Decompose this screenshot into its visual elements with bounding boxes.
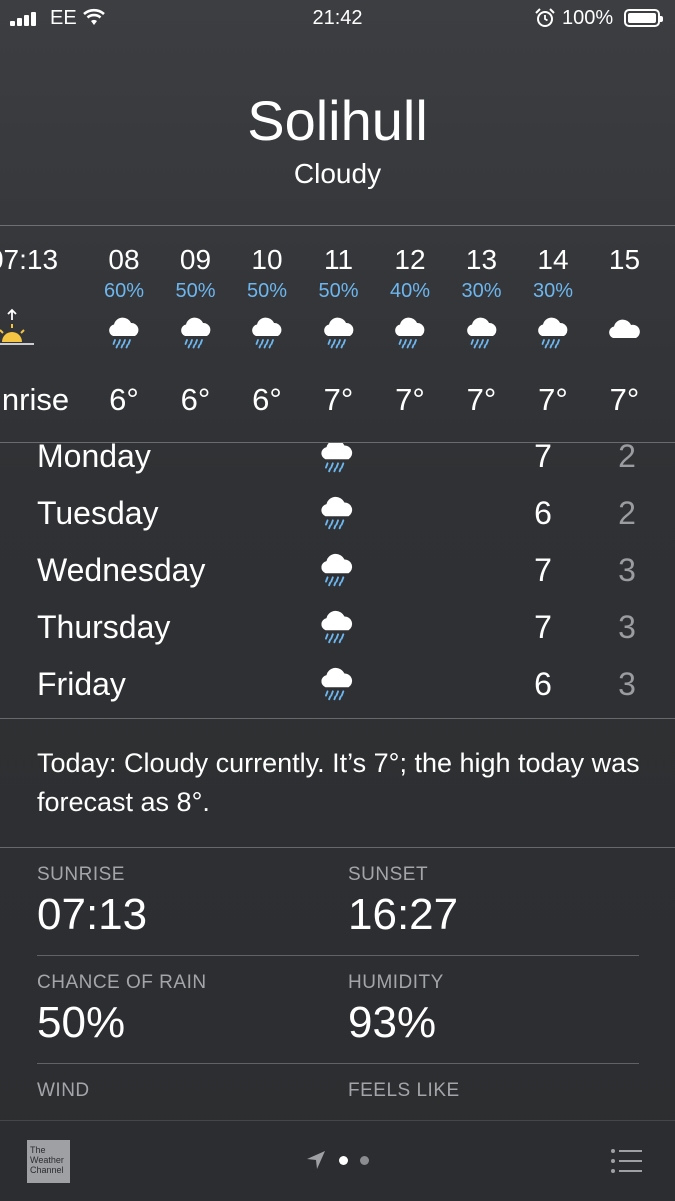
page-indicator[interactable] (360, 1156, 369, 1165)
sunset-label: SUNSET (348, 864, 429, 885)
bottom-toolbar: The Weather Channel (0, 1120, 675, 1201)
chance-of-rain-label: CHANCE OF RAIN (37, 972, 207, 993)
sunrise-label: SUNRISE (37, 864, 125, 885)
divider (37, 955, 639, 956)
chance-of-rain-value: 50% (37, 998, 126, 1047)
city-list-icon[interactable] (610, 1148, 642, 1174)
details-panel: SUNRISE 07:13 SUNSET 16:27 CHANCE OF RAI… (0, 0, 675, 1120)
feels-like-label: FEELS LIKE (348, 1080, 460, 1101)
page-indicator-active[interactable] (339, 1156, 348, 1165)
wind-label: WIND (37, 1080, 90, 1101)
divider (37, 1063, 639, 1064)
sunrise-value: 07:13 (37, 890, 148, 939)
sunset-value: 16:27 (348, 890, 459, 939)
location-arrow-icon[interactable] (305, 1149, 327, 1171)
weather-channel-logo[interactable]: The Weather Channel (27, 1140, 70, 1183)
humidity-label: HUMIDITY (348, 972, 444, 993)
humidity-value: 93% (348, 998, 437, 1047)
